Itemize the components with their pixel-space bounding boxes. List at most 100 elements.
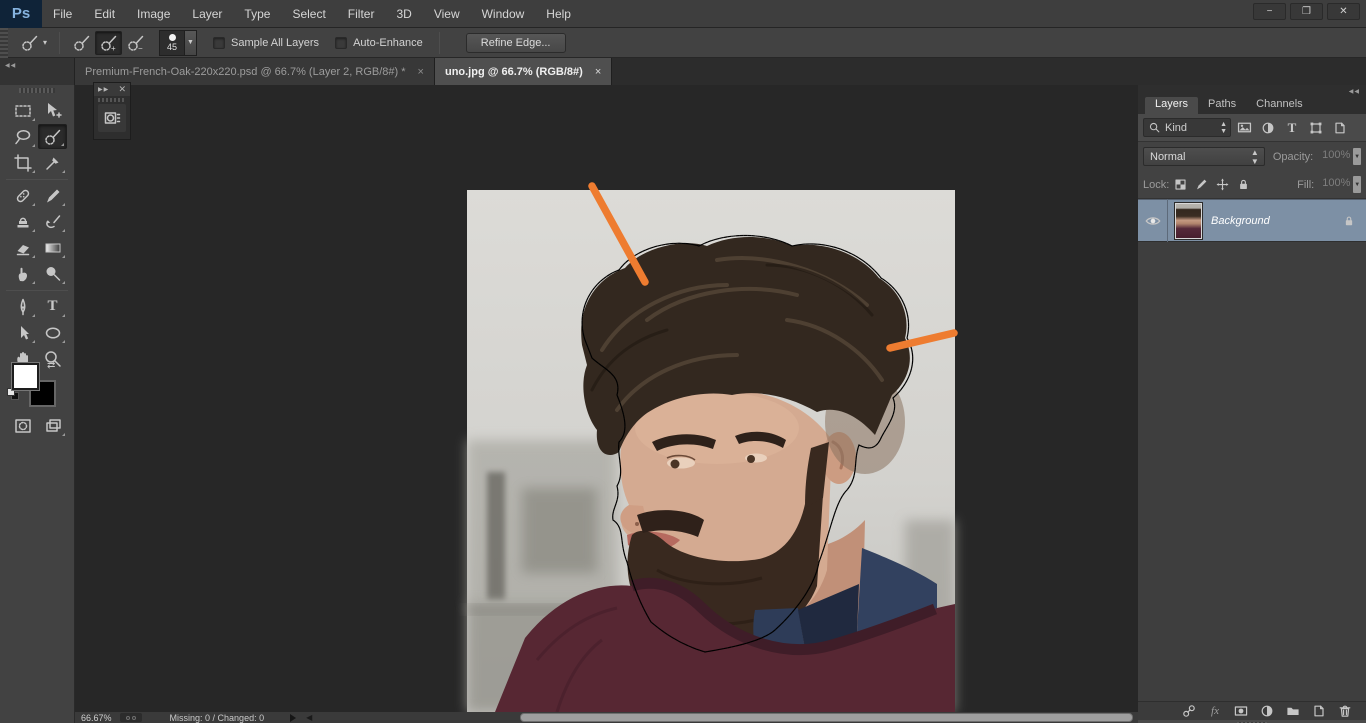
layer-style-button[interactable]: fx — [1202, 705, 1228, 717]
tool-smudge[interactable] — [8, 261, 37, 286]
close-button[interactable]: ✕ — [1327, 3, 1360, 20]
menu-layer[interactable]: Layer — [181, 0, 233, 28]
layer-visibility-toggle[interactable] — [1138, 199, 1168, 242]
horizontal-scrollbar[interactable] — [520, 713, 1133, 722]
fill-dropdown-arrow[interactable]: ▼ — [1353, 176, 1361, 193]
tool-dodge[interactable] — [38, 261, 67, 286]
tool-brush[interactable] — [38, 183, 67, 208]
path-selection-icon — [13, 323, 33, 343]
new-adjustment-layer-button[interactable] — [1254, 703, 1280, 719]
filter-adjustment-layers-button[interactable] — [1257, 118, 1279, 137]
crop-icon — [13, 153, 33, 173]
lock-transparency-button[interactable] — [1171, 176, 1190, 194]
opacity-dropdown-arrow[interactable]: ▼ — [1353, 148, 1361, 165]
brush-size-picker[interactable]: 45 ▼ — [159, 30, 197, 56]
document-tab-uno-jpg[interactable]: uno.jpg @ 66.7% (RGB/8#) × — [435, 58, 612, 85]
filter-pixel-layers-button[interactable] — [1233, 118, 1255, 137]
status-options-arrow-icon[interactable] — [290, 714, 296, 722]
add-layer-mask-button[interactable] — [1228, 703, 1254, 719]
close-icon[interactable]: × — [595, 66, 601, 78]
menu-file[interactable]: File — [42, 0, 83, 28]
link-layers-button[interactable] — [1176, 703, 1202, 719]
fill-label: Fill: — [1297, 179, 1314, 191]
tool-move[interactable] — [38, 98, 67, 123]
layers-list-empty-area[interactable] — [1138, 242, 1366, 701]
tool-history-brush[interactable] — [38, 209, 67, 234]
photoshop-logo[interactable]: Ps — [0, 0, 42, 28]
tab-channels[interactable]: Channels — [1246, 97, 1312, 114]
minimize-button[interactable]: − — [1253, 3, 1286, 20]
swap-colors-icon[interactable]: ⇄ — [47, 360, 55, 371]
blend-mode-dropdown[interactable]: Normal ▲▼ — [1143, 147, 1265, 166]
scroll-left-icon[interactable]: ◀ — [306, 713, 312, 722]
new-group-button[interactable] — [1280, 703, 1306, 719]
menu-filter[interactable]: Filter — [337, 0, 386, 28]
new-selection-mode-button[interactable] — [68, 31, 95, 55]
tool-rectangular-marquee[interactable] — [8, 98, 37, 123]
menu-type[interactable]: Type — [233, 0, 281, 28]
opacity-value[interactable]: 100% — [1317, 148, 1352, 165]
menu-3d[interactable]: 3D — [385, 0, 422, 28]
tool-spot-healing-brush[interactable] — [8, 183, 37, 208]
sample-all-layers-checkbox[interactable]: Sample All Layers — [213, 37, 319, 49]
tool-eraser[interactable] — [8, 235, 37, 260]
subtract-from-selection-mode-button[interactable]: − — [122, 31, 149, 55]
menu-image[interactable]: Image — [126, 0, 181, 28]
add-to-selection-mode-button[interactable]: + — [95, 31, 122, 55]
menu-view[interactable]: View — [423, 0, 471, 28]
layer-row-background[interactable]: Background — [1138, 199, 1366, 242]
tools-panel-grip[interactable] — [19, 88, 55, 93]
menu-window[interactable]: Window — [471, 0, 536, 28]
screen-mode-icon — [43, 416, 63, 436]
tools-panel-collapse-button[interactable]: ◀◀ — [0, 58, 75, 85]
tool-crop[interactable] — [8, 150, 37, 175]
zoom-level-field[interactable]: 66.67% — [81, 713, 112, 723]
document-tab-premium-french-oak[interactable]: Premium-French-Oak-220x220.psd @ 66.7% (… — [75, 58, 435, 85]
new-layer-button[interactable] — [1306, 703, 1332, 719]
expand-panel-icon[interactable]: ▶▶ — [98, 86, 109, 93]
filter-smart-objects-button[interactable] — [1329, 118, 1351, 137]
tool-ellipse-shape[interactable] — [38, 320, 67, 345]
filter-shape-layers-button[interactable] — [1305, 118, 1327, 137]
collapsed-panel-icon-button[interactable] — [98, 104, 126, 132]
tool-gradient[interactable] — [38, 235, 67, 260]
shape-icon — [1308, 120, 1324, 136]
menu-help[interactable]: Help — [535, 0, 582, 28]
tab-layers[interactable]: Layers — [1145, 97, 1198, 114]
tool-lasso[interactable] — [8, 124, 37, 149]
lock-pixels-button[interactable] — [1192, 176, 1211, 194]
menu-edit[interactable]: Edit — [83, 0, 126, 28]
canvas-area[interactable] — [75, 85, 1131, 712]
close-icon[interactable]: ✕ — [118, 84, 126, 95]
tool-quick-selection[interactable] — [38, 124, 67, 149]
foreground-color-swatch[interactable] — [12, 363, 39, 390]
restore-button[interactable]: ❐ — [1290, 3, 1323, 20]
auto-enhance-checkbox[interactable]: Auto-Enhance — [335, 37, 423, 49]
status-bar: 66.67% Missing: 0 / Changed: 0 ◀ — [75, 712, 1138, 723]
dock-collapse-button[interactable]: ◀◀ — [1138, 85, 1366, 97]
screen-mode-button[interactable] — [38, 413, 67, 438]
tool-eyedropper[interactable] — [38, 150, 67, 175]
tool-path-selection[interactable] — [8, 320, 37, 345]
photo-uno-jpg[interactable] — [467, 190, 955, 712]
tool-clone-stamp[interactable] — [8, 209, 37, 234]
brush-size-dropdown-arrow[interactable]: ▼ — [185, 30, 197, 56]
tab-paths[interactable]: Paths — [1198, 97, 1246, 114]
refine-edge-button[interactable]: Refine Edge... — [466, 33, 566, 53]
tool-pen[interactable] — [8, 294, 37, 319]
brush-icon — [43, 186, 63, 206]
lock-position-button[interactable] — [1213, 176, 1232, 194]
quick-mask-mode-button[interactable] — [8, 413, 37, 438]
tool-preset-picker[interactable]: ▾ — [16, 31, 51, 55]
close-icon[interactable]: × — [418, 66, 424, 78]
floating-panel-titlebar[interactable]: ▶▶ ✕ — [94, 83, 130, 96]
options-bar-grip[interactable] — [0, 28, 8, 58]
tool-type[interactable]: T — [38, 294, 67, 319]
kind-filter-dropdown[interactable]: Kind ▲▼ — [1143, 118, 1231, 137]
filter-type-layers-button[interactable]: T — [1281, 118, 1303, 137]
menu-select[interactable]: Select — [281, 0, 336, 28]
fill-value[interactable]: 100% — [1318, 176, 1352, 193]
lock-all-button[interactable] — [1234, 176, 1253, 194]
layer-thumbnail[interactable] — [1175, 203, 1202, 239]
delete-layer-button[interactable] — [1332, 703, 1358, 719]
